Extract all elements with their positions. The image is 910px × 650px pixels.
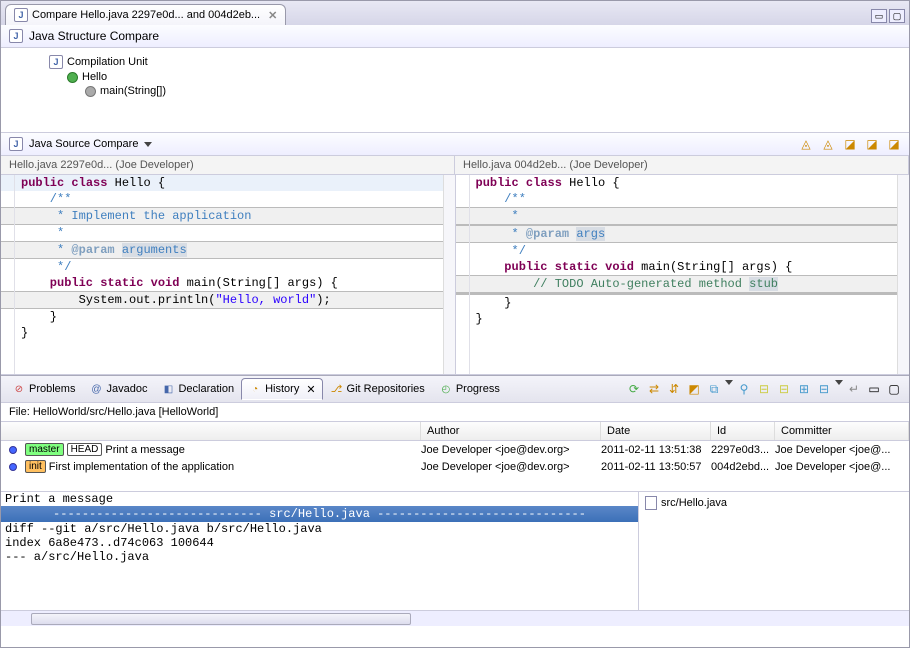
commit-dot-icon <box>9 446 17 454</box>
layout-button[interactable]: ⊞ <box>795 380 813 398</box>
tab-history[interactable]: ◔History✕ <box>241 378 322 400</box>
editor-tab-bar: J Compare Hello.java 2297e0d... and 004d… <box>1 1 909 25</box>
copy-all-right-button[interactable]: ◬ <box>819 135 837 153</box>
tab-title: Compare Hello.java 2297e0d... and 004d2e… <box>32 9 260 21</box>
left-source-pane[interactable]: public class Hello { /** * Implement the… <box>1 175 456 374</box>
diff-file-header: ----------------------------- src/Hello.… <box>1 506 638 522</box>
compare-tab[interactable]: J Compare Hello.java 2297e0d... and 004d… <box>5 4 286 25</box>
col-blank[interactable] <box>1 422 421 440</box>
col-id[interactable]: Id <box>711 422 775 440</box>
horizontal-scrollbar[interactable] <box>1 610 909 626</box>
next-diff-button[interactable]: ◪ <box>863 135 881 153</box>
java-icon: J <box>14 8 28 22</box>
copy-all-left-button[interactable]: ◬ <box>797 135 815 153</box>
find-button[interactable]: ⚲ <box>735 380 753 398</box>
col-author[interactable]: Author <box>421 422 601 440</box>
scrollbar-thumb[interactable] <box>31 613 411 625</box>
right-header: Hello.java 004d2eb... (Joe Developer) <box>455 156 909 174</box>
java-icon: J <box>49 55 63 69</box>
tree-class[interactable]: Hello <box>49 70 905 84</box>
dropdown-icon[interactable] <box>144 142 152 147</box>
wrap-button[interactable]: ↵ <box>845 380 863 398</box>
head-badge: HEAD <box>67 443 103 456</box>
db2-button[interactable]: ⊟ <box>775 380 793 398</box>
tab-javadoc[interactable]: @Javadoc <box>82 378 154 400</box>
history-table[interactable]: Author Date Id Committer masterHEADPrint… <box>1 422 909 492</box>
class-icon <box>67 72 78 83</box>
col-committer[interactable]: Committer <box>775 422 909 440</box>
refresh-button[interactable]: ⟳ <box>625 380 643 398</box>
structure-compare-header: J Java Structure Compare <box>1 25 909 48</box>
min-button[interactable]: ▭ <box>865 380 883 398</box>
link-button[interactable]: ⇄ <box>645 380 663 398</box>
bottom-tab-bar: ⊘Problems @Javadoc ◧Declaration ◔History… <box>1 375 909 403</box>
tab-progress[interactable]: ◴Progress <box>432 378 507 400</box>
tag-badge: init <box>25 460 46 473</box>
java-icon: J <box>9 29 23 43</box>
structure-tree[interactable]: J Compilation Unit Hello main(String[]) <box>1 48 909 132</box>
copy-left-button[interactable]: ◪ <box>841 135 859 153</box>
source-compare-header: J Java Source Compare ◬ ◬ ◪ ◪ ◪ <box>1 132 909 156</box>
changed-files-list[interactable]: src/Hello.java <box>639 492 909 610</box>
right-source-pane[interactable]: public class Hello { /** * * @param args… <box>456 175 910 374</box>
file-path: File: HelloWorld/src/Hello.java [HelloWo… <box>1 403 909 422</box>
dropdown-icon[interactable] <box>725 380 733 385</box>
commit-dot-icon <box>9 463 17 471</box>
branch-badge: master <box>25 443 64 456</box>
diff-pane[interactable]: Print a message ------------------------… <box>1 492 639 610</box>
tree-root[interactable]: J Compilation Unit <box>49 54 905 70</box>
left-header: Hello.java 2297e0d... (Joe Developer) <box>1 156 455 174</box>
method-icon <box>85 86 96 97</box>
col-date[interactable]: Date <box>601 422 711 440</box>
tab-declaration[interactable]: ◧Declaration <box>154 378 241 400</box>
dropdown-icon[interactable] <box>835 380 843 385</box>
file-icon <box>645 496 657 510</box>
tree-method[interactable]: main(String[]) <box>49 84 905 98</box>
history-row[interactable]: masterHEADPrint a message Joe Developer … <box>1 441 909 458</box>
close-icon[interactable]: ✕ <box>268 9 277 22</box>
history-row[interactable]: initFirst implementation of the applicat… <box>1 458 909 475</box>
prev-diff-button[interactable]: ◪ <box>885 135 903 153</box>
source-title: Java Source Compare <box>29 138 138 150</box>
java-icon: J <box>9 137 23 151</box>
max-button[interactable]: ▢ <box>885 380 903 398</box>
maximize-button[interactable]: ▢ <box>889 9 905 23</box>
compare-button[interactable]: ⧉ <box>705 380 723 398</box>
db-button[interactable]: ⊟ <box>755 380 773 398</box>
pin-button[interactable]: ⇵ <box>665 380 683 398</box>
file-item[interactable]: src/Hello.java <box>645 496 903 510</box>
commit-title: Print a message <box>1 492 638 506</box>
tab-git[interactable]: ⎇Git Repositories <box>323 378 432 400</box>
structure-title: Java Structure Compare <box>29 29 159 43</box>
tab-problems[interactable]: ⊘Problems <box>5 378 82 400</box>
close-icon[interactable]: ✕ <box>306 383 315 396</box>
minimize-button[interactable]: ▭ <box>871 9 887 23</box>
filter-button[interactable]: ◩ <box>685 380 703 398</box>
layout2-button[interactable]: ⊟ <box>815 380 833 398</box>
